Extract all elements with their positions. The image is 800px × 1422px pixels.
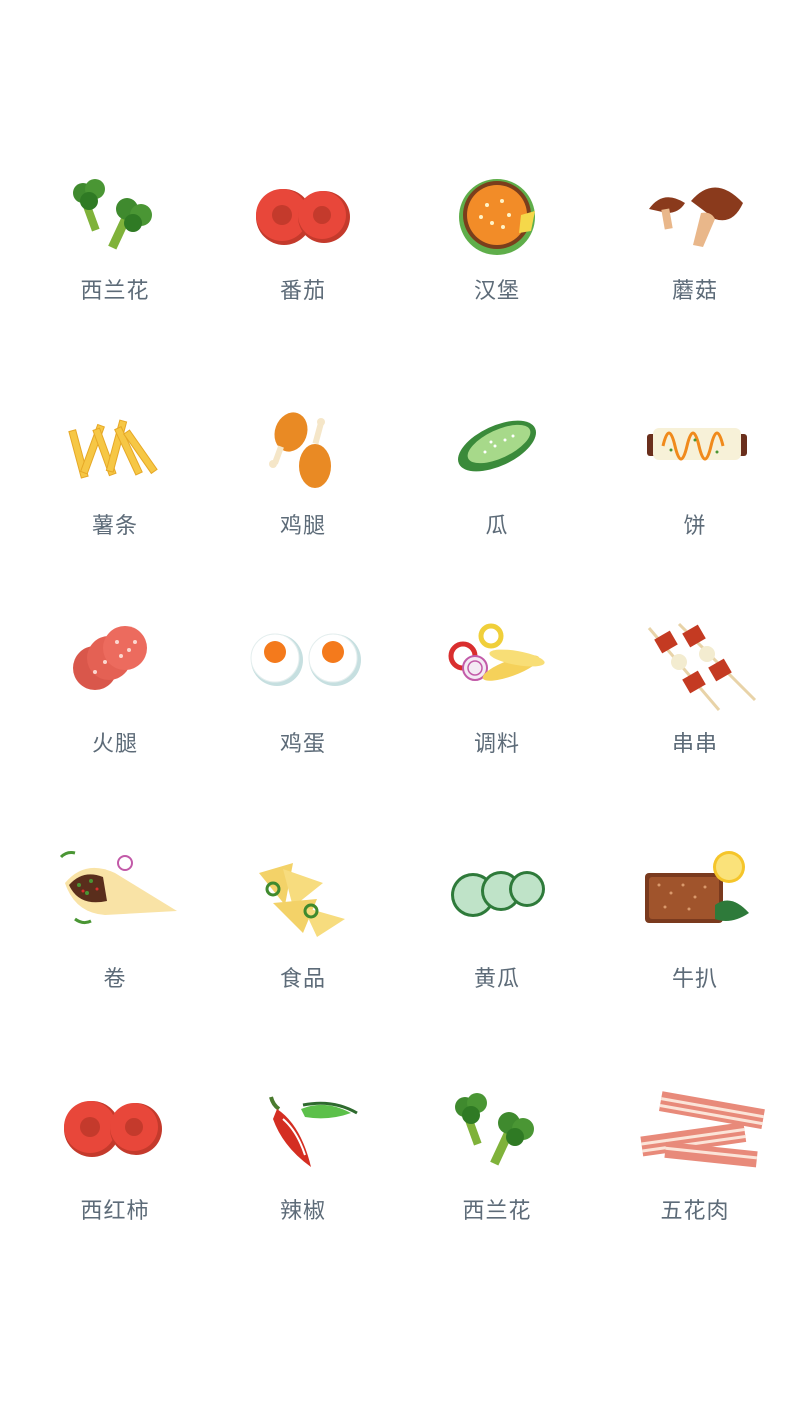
burger-icon xyxy=(459,179,535,255)
item-label: 西红柿 xyxy=(80,1199,150,1224)
item-label: 辣椒 xyxy=(279,1199,326,1224)
food-item-cucumber-slices[interactable]: 黄瓜 xyxy=(412,863,582,1013)
steak-icon xyxy=(645,851,749,923)
food-item-pancake[interactable]: 饼 xyxy=(610,410,780,560)
nachos-icon xyxy=(259,863,345,937)
item-label: 鸡蛋 xyxy=(279,732,326,757)
food-item-tomato[interactable]: 番茄 xyxy=(218,175,388,325)
food-item-seasoning[interactable]: 调料 xyxy=(412,623,582,778)
egg-icon xyxy=(250,633,361,686)
pancake-icon xyxy=(647,428,747,461)
item-label: 食品 xyxy=(279,967,326,992)
bacon-icon xyxy=(640,1091,765,1168)
food-item-bacon[interactable]: 五花肉 xyxy=(610,1091,780,1245)
item-label: 黄瓜 xyxy=(473,967,520,992)
item-label: 西兰花 xyxy=(80,279,150,304)
wrap-icon xyxy=(59,851,177,925)
chicken-leg-icon xyxy=(269,412,331,488)
skewer-icon xyxy=(647,622,757,711)
item-label: 鸡腿 xyxy=(279,514,326,539)
food-icon-grid: 西兰花 番茄 汉堡 蘑菇 薯条 鸡腿 瓜 饼 火腿 鸡蛋 调料 串串 卷 食品 … xyxy=(0,0,800,1422)
item-label: 牛扒 xyxy=(671,967,718,992)
ham-slices-icon xyxy=(73,626,147,690)
tomato-icon xyxy=(256,189,350,245)
broccoli-icon xyxy=(455,1093,534,1166)
item-label: 西兰花 xyxy=(462,1199,532,1224)
food-item-chicken-leg[interactable]: 鸡腿 xyxy=(218,410,388,560)
cucumber-slices-icon xyxy=(451,871,545,917)
food-item-fries[interactable]: 薯条 xyxy=(30,410,200,560)
item-label: 瓜 xyxy=(485,514,509,539)
food-item-steak[interactable]: 牛扒 xyxy=(610,851,780,1013)
seasoning-icon xyxy=(448,623,545,681)
item-label: 汉堡 xyxy=(473,279,520,304)
item-label: 调料 xyxy=(473,732,520,757)
food-item-wrap[interactable]: 卷 xyxy=(30,851,200,1013)
broccoli-icon xyxy=(73,179,152,250)
food-item-mushroom[interactable]: 蘑菇 xyxy=(610,175,780,325)
food-item-ham[interactable]: 火腿 xyxy=(30,626,200,778)
food-item-chili[interactable]: 辣椒 xyxy=(218,1095,388,1245)
food-item-skewer[interactable]: 串串 xyxy=(610,622,780,778)
fries-icon xyxy=(68,419,158,479)
food-item-cucumber[interactable]: 瓜 xyxy=(412,410,582,560)
item-label: 火腿 xyxy=(91,732,138,757)
cucumber-whole-icon xyxy=(458,420,536,472)
food-item-burger[interactable]: 汉堡 xyxy=(412,175,582,325)
food-item-broccoli-2[interactable]: 西兰花 xyxy=(412,1093,582,1245)
mushroom-icon xyxy=(649,187,743,247)
item-label: 卷 xyxy=(103,967,127,992)
item-label: 串串 xyxy=(671,732,718,757)
item-label: 薯条 xyxy=(91,514,138,539)
food-item-egg[interactable]: 鸡蛋 xyxy=(218,628,388,778)
chili-icon xyxy=(269,1096,358,1167)
item-label: 饼 xyxy=(683,514,707,539)
food-item-tomato-slices[interactable]: 西红柿 xyxy=(30,1095,200,1245)
item-label: 五花肉 xyxy=(660,1199,730,1224)
item-label: 蘑菇 xyxy=(671,279,718,304)
food-item-broccoli[interactable]: 西兰花 xyxy=(30,175,200,325)
item-label: 番茄 xyxy=(279,279,326,304)
food-item-nachos[interactable]: 食品 xyxy=(218,863,388,1013)
tomato-slices-icon xyxy=(64,1101,162,1157)
